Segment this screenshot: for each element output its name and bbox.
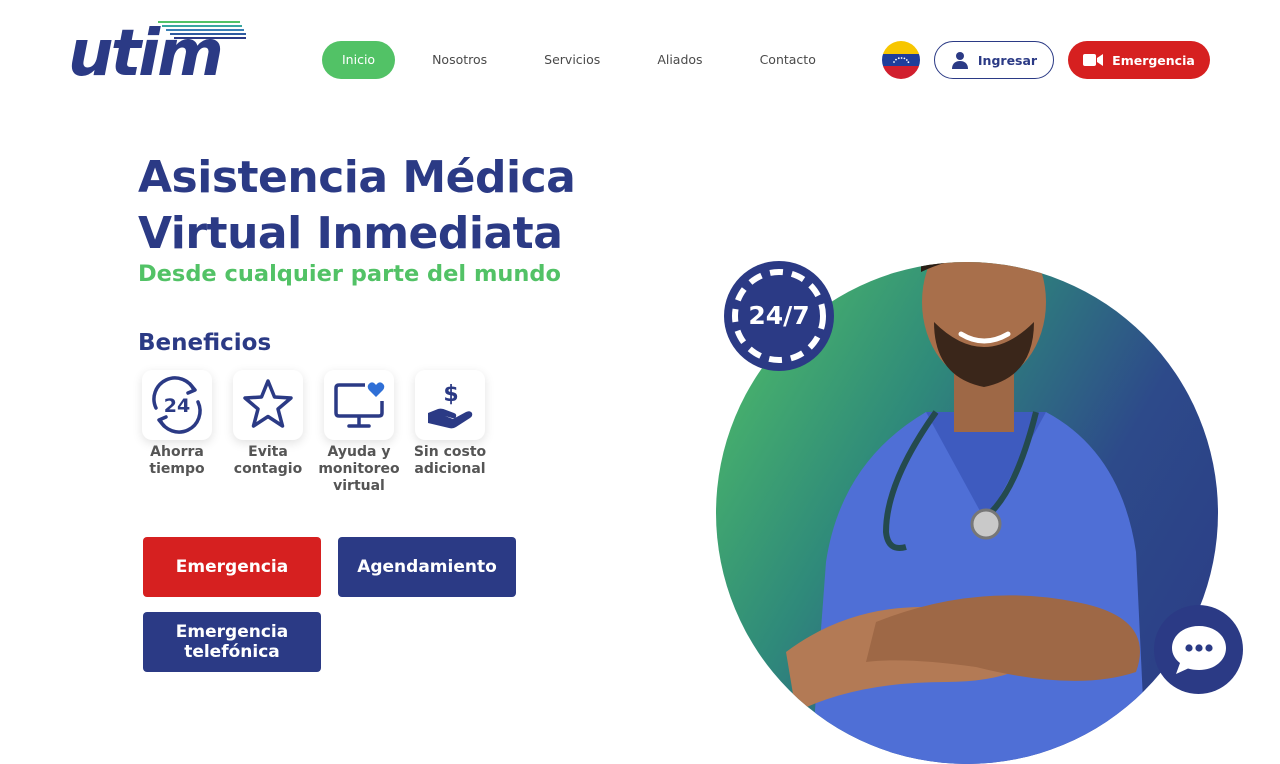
benefit-ahorra-tiempo: 24 Ahorra tiempo [132, 370, 222, 478]
benefit-label: adicional [414, 461, 486, 477]
chat-button[interactable] [1154, 605, 1243, 694]
benefits-title: Beneficios [138, 330, 272, 356]
utim-logo[interactable]: utim [68, 20, 253, 88]
phone-emergency-button[interactable]: Emergencia telefónica [143, 612, 321, 672]
nav-inicio[interactable]: Inicio [322, 41, 396, 79]
benefit-sin-costo: $ Sin costo adicional [405, 370, 495, 478]
benefit-evita-contagio: Evita contagio [223, 370, 313, 478]
login-button[interactable]: Ingresar [934, 41, 1054, 79]
emergency-video-button[interactable]: Emergencia [1068, 41, 1210, 79]
benefit-label: tiempo [149, 461, 205, 477]
hand-dollar-icon: $ [428, 382, 473, 429]
benefit-label: contagio [233, 461, 303, 477]
badge-247-text: 24/7 [748, 301, 810, 330]
emergency-button[interactable]: Emergencia [143, 537, 321, 597]
venezuela-flag-icon[interactable] [882, 41, 920, 79]
title-line-2: Virtual Inmediata [138, 208, 563, 259]
login-label: Ingresar [977, 52, 1038, 68]
nav-servicios[interactable]: Servicios [524, 41, 620, 79]
availability-badge: 24/7 [724, 261, 834, 371]
benefit-monitoreo: Ayuda y monitoreo virtual [314, 370, 404, 495]
star-icon [243, 379, 293, 428]
benefit-label: Ahorra [150, 444, 204, 460]
scheduling-button[interactable]: Agendamiento [338, 537, 516, 597]
nav-contacto[interactable]: Contacto [740, 41, 836, 79]
video-camera-icon [1083, 54, 1104, 66]
benefit-label: Ayuda y [327, 444, 391, 460]
benefit-card: $ [415, 370, 485, 440]
user-icon [951, 52, 968, 69]
clock-24-icon: 24 [152, 376, 202, 434]
benefit-label: monitoreo [318, 461, 400, 477]
svg-text:$: $ [443, 382, 458, 407]
phone-emergency-label: telefónica [184, 642, 280, 662]
benefit-card: 24 [142, 370, 212, 440]
benefit-label: Evita [248, 444, 288, 460]
chat-bubble-icon [1171, 625, 1226, 674]
phone-emergency-label: Emergencia [175, 622, 289, 642]
svg-text:24: 24 [164, 395, 190, 417]
emergency-label: Emergencia [1112, 52, 1195, 68]
logo-text: utim [68, 17, 224, 91]
monitor-heart-icon [334, 382, 385, 428]
page-title: Asistencia Médica Virtual Inmediata [138, 150, 658, 262]
hero-subtitle: Desde cualquier parte del mundo [138, 261, 561, 287]
main-nav: Inicio Nosotros Servicios Aliados Contac… [322, 41, 853, 79]
benefit-card [324, 370, 394, 440]
title-line-1: Asistencia Médica [138, 152, 576, 203]
benefit-card [233, 370, 303, 440]
nav-nosotros[interactable]: Nosotros [412, 41, 507, 79]
benefit-label: virtual [333, 478, 385, 494]
nav-aliados[interactable]: Aliados [637, 41, 722, 79]
benefit-label: Sin costo [413, 444, 487, 460]
